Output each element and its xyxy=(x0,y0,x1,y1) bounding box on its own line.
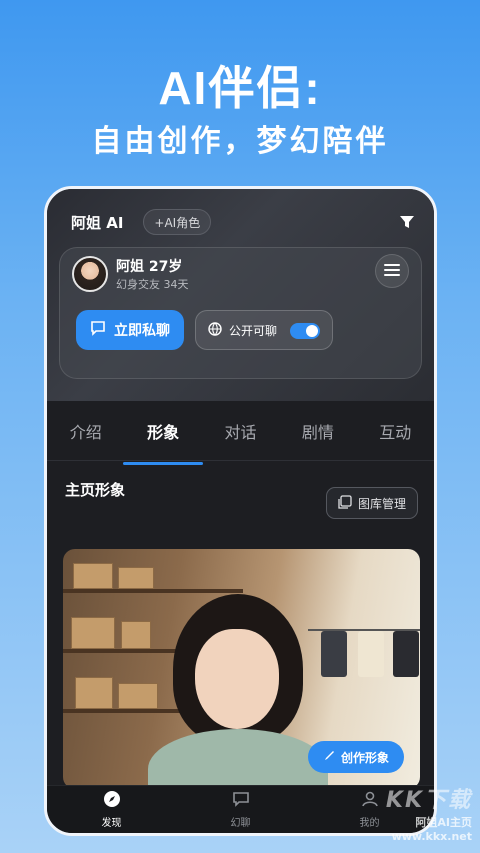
top-bar: 阿姐 AI +AI角色 xyxy=(71,209,416,235)
nav-chat[interactable]: 幻聊 xyxy=(201,790,281,829)
watermark-url: www.kkx.net xyxy=(391,830,472,843)
character-name: 阿姐 27岁 xyxy=(116,259,183,275)
tab-interaction[interactable]: 互动 xyxy=(373,411,417,451)
chat-now-button[interactable]: 立即私聊 xyxy=(76,310,184,350)
nav-discover-label: 发现 xyxy=(101,818,122,829)
app-title: 阿姐 AI xyxy=(71,213,124,232)
gallery-icon xyxy=(338,494,352,512)
nav-chat-label: 幻聊 xyxy=(230,818,251,829)
compass-icon xyxy=(103,790,121,811)
bottom-navigation: 发现 幻聊 我的 xyxy=(47,785,434,833)
globe-icon xyxy=(208,321,222,339)
promo-subtitle: 自由创作，梦幻陪伴 xyxy=(91,124,389,159)
public-chat-toggle[interactable] xyxy=(290,323,320,339)
nav-discover[interactable]: 发现 xyxy=(72,790,152,829)
avatar[interactable] xyxy=(72,256,108,292)
chat-now-label: 立即私聊 xyxy=(114,323,170,339)
character-portrait-image[interactable]: 创作形象 xyxy=(63,549,420,789)
message-icon xyxy=(90,320,106,340)
gallery-manage-button[interactable]: 图库管理 xyxy=(326,487,418,519)
create-image-label: 创作形象 xyxy=(340,750,389,765)
menu-button[interactable] xyxy=(375,254,409,288)
public-chat-setting: 公开可聊 xyxy=(195,310,333,350)
nav-profile-label: 我的 xyxy=(359,818,380,829)
promo-title: AI伴侣: xyxy=(158,62,322,114)
character-header: 阿姐 AI +AI角色 阿姐 27岁 幻身交友 34天 立即私聊 公开可聊 xyxy=(47,189,434,401)
filter-icon[interactable] xyxy=(398,213,416,231)
brush-icon xyxy=(323,750,335,765)
tab-story[interactable]: 剧情 xyxy=(296,411,340,451)
character-card: 阿姐 27岁 幻身交友 34天 立即私聊 公开可聊 xyxy=(59,247,422,379)
tab-bar: 介绍 形象 对话 剧情 互动 xyxy=(47,401,434,465)
watermark-brand: KK下载 xyxy=(385,788,472,813)
gallery-manage-label: 图库管理 xyxy=(357,496,406,511)
chat-icon xyxy=(232,790,250,811)
tab-image[interactable]: 形象 xyxy=(123,411,204,465)
hamburger-icon xyxy=(384,262,400,281)
create-image-button[interactable]: 创作形象 xyxy=(308,741,404,773)
public-chat-label: 公开可聊 xyxy=(229,323,278,338)
add-ai-role-button[interactable]: +AI角色 xyxy=(143,209,212,235)
site-watermark: KK下载 阿姐AI主页 www.kkx.net xyxy=(386,782,472,843)
character-meta: 幻身交友 34天 xyxy=(116,278,189,291)
app-screen: 阿姐 AI +AI角色 阿姐 27岁 幻身交友 34天 立即私聊 公开可聊 介绍… xyxy=(44,186,437,836)
watermark-caption: 阿姐AI主页 xyxy=(415,816,472,829)
tab-dialogue[interactable]: 对话 xyxy=(218,411,262,451)
section-title: 主页形象 xyxy=(65,481,126,499)
person-icon xyxy=(361,790,379,811)
tab-intro[interactable]: 介绍 xyxy=(64,411,108,451)
